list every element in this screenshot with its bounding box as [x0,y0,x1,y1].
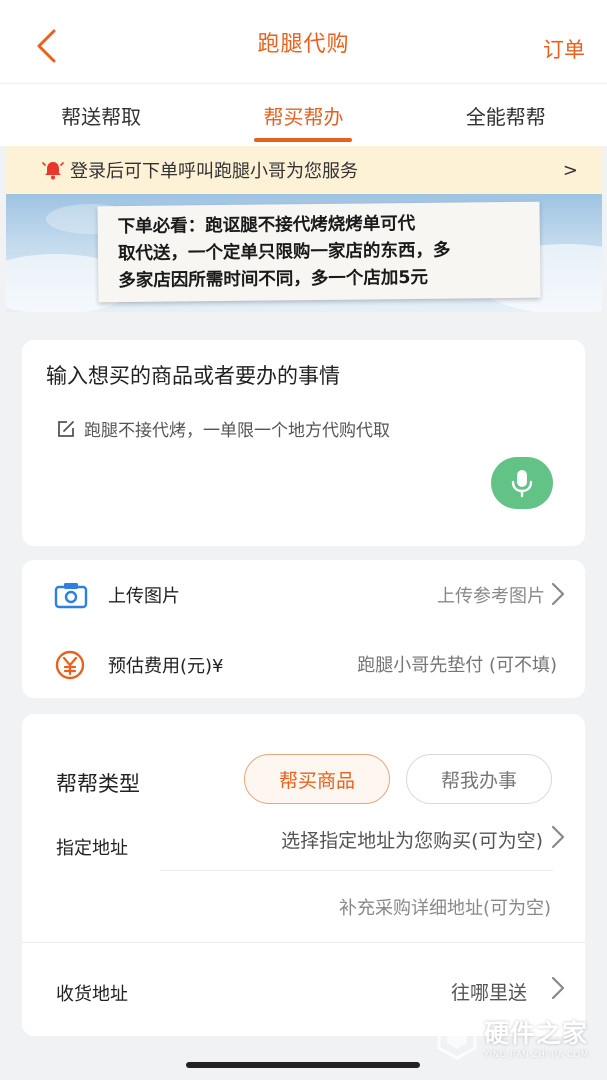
help-type-do-errand-button[interactable]: 帮我办事 [406,754,552,804]
banner-line: 多家店因所需时间不同，多一个店加5元 [118,267,429,292]
tab-buy-errand[interactable]: 帮买帮办 [202,84,404,146]
hexagon-logo-icon [437,1014,477,1060]
upload-image-hint: 上传参考图片 [437,586,545,607]
upload-image-label: 上传图片 [108,586,180,607]
help-type-card: 帮帮类型 帮买商品 帮我办事 指定地址 选择指定地址为您购买(可为空) 补充采购… [22,714,585,1036]
microphone-icon [511,470,533,498]
yuan-coin-icon [55,650,85,680]
request-input-title: 输入想买的商品或者要办的事情 [46,364,340,388]
camera-icon [54,583,88,609]
designated-address-select[interactable]: 选择指定地址为您购买(可为空) [281,826,543,853]
estimated-fee-label: 预估费用(元)¥ [108,656,224,677]
tab-deliver-pickup[interactable]: 帮送帮取 [0,84,202,146]
edit-icon [58,420,74,437]
login-notice-bar[interactable]: 登录后可下单呼叫跑腿小哥为您服务 > [6,146,602,194]
purchase-address-detail-input[interactable]: 补充采购详细地址(可为空) [339,894,551,920]
chevron-right-icon [551,582,565,606]
banner-line: 下单必看：跑讴腿不接代烤烧烤单可代 [117,213,416,238]
chevron-left-icon [37,29,56,63]
estimated-fee-input[interactable] [297,654,557,676]
upload-image-row[interactable]: 上传图片 上传参考图片 [22,576,585,614]
alarm-bell-icon [42,162,64,180]
page-title: 跑腿代购 [257,31,350,57]
help-type-label: 帮帮类型 [56,772,140,796]
upload-fee-card: 上传图片 上传参考图片 预估费用(元)¥ [22,560,585,698]
top-nav-bar: 跑腿代购 订单 [0,0,607,84]
chevron-right-icon: > [562,159,578,181]
site-watermark: 硬件之家 YING JIAN ZHI JIA.COM [436,1006,602,1068]
delivery-address-select[interactable]: 往哪里送 [451,978,527,1005]
home-indicator[interactable] [186,1062,420,1068]
delivery-address-label: 收货地址 [56,984,128,1005]
notice-banner: 下单必看：跑讴腿不接代烤烧烤单可代 取代送，一个定单只限购一家店的东西，多 多家… [6,194,602,312]
orders-link[interactable]: 订单 [543,34,585,64]
chevron-right-icon [551,825,565,849]
request-text-input[interactable]: 跑腿不接代烤，一单限一个地方代购代取 [56,416,390,441]
chevron-right-icon [551,976,565,1000]
notice-text: 登录后可下单呼叫跑腿小哥为您服务 [70,161,358,182]
banner-paper-note: 下单必看：跑讴腿不接代烤烧烤单可代 取代送，一个定单只限购一家店的东西，多 多家… [97,201,541,303]
divider [160,870,553,871]
back-button[interactable] [30,26,62,66]
service-tabs: 帮送帮取 帮买帮办 全能帮帮 [0,84,607,146]
help-type-buy-goods-button[interactable]: 帮买商品 [244,754,390,804]
voice-input-button[interactable] [491,457,553,509]
banner-line: 取代送，一个定单只限购一家店的东西，多 [117,240,451,265]
divider [22,942,585,943]
estimated-fee-row: 预估费用(元)¥ [22,646,585,684]
tab-all-round[interactable]: 全能帮帮 [405,84,607,146]
watermark-subtext: YING JIAN ZHI JIA.COM [484,1050,589,1060]
request-input-card: 输入想买的商品或者要办的事情 跑腿不接代烤，一单限一个地方代购代取 [22,340,585,546]
watermark-text: 硬件之家 [484,1019,589,1048]
designated-address-label: 指定地址 [56,838,128,859]
request-input-placeholder: 跑腿不接代烤，一单限一个地方代购代取 [84,421,390,441]
